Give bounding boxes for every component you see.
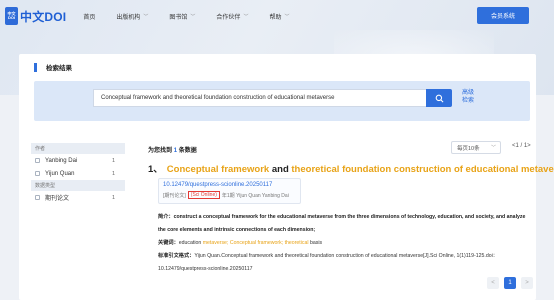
abstract-highlight: conceptual framework [202, 214, 259, 220]
nav-item-partners[interactable]: 合作伙伴 ﹀ [216, 12, 248, 21]
site-logo[interactable]: 中文 DOI 中文DOI [5, 7, 66, 25]
page-1-button[interactable]: 1 [504, 277, 516, 289]
per-page-value: 每页10条 [457, 145, 480, 152]
keywords-label: 关键词： [158, 240, 179, 246]
results-count-prefix: 为您找到 [148, 148, 173, 154]
logo-text: 中文DOI [20, 9, 67, 24]
results-count: 为您找到 1 条数据 [148, 145, 197, 154]
nav-label: 帮助 [269, 14, 282, 21]
section-accent-bar [34, 62, 37, 72]
nav-label: 合作伙伴 [216, 14, 241, 21]
per-page-select[interactable]: 每页10条 ﹀ [451, 141, 501, 154]
facet-count: 1 [111, 194, 115, 201]
chevron-down-icon: ﹀ [284, 13, 290, 20]
main-nav: 首页 出版机构 ﹀ 图书馆 ﹀ 合作伙伴 ﹀ 帮助 ﹀ [83, 12, 310, 21]
top-navigation: 中文 DOI 中文DOI 首页 出版机构 ﹀ 图书馆 ﹀ 合作伙伴 ﹀ 帮助 ﹀ 会员系… [0, 0, 554, 32]
doi-link[interactable]: 10.12479/questpress-scionline.20250117 [163, 182, 296, 188]
title-text: and [269, 164, 292, 175]
citation-label: 标准引文格式： [158, 253, 195, 259]
facet-checkbox[interactable] [35, 195, 40, 200]
logo-mark-bottom: DOI [7, 15, 16, 20]
section-title: 检索结果 [46, 65, 72, 72]
citation-text: Yijun Quan.Conceptual framework and theo… [158, 253, 498, 272]
nav-item-publishers[interactable]: 出版机构 ﹀ [116, 12, 148, 21]
results-count-suffix: 条数据 [178, 148, 197, 154]
journal-name[interactable]: (Sci Online) [187, 191, 220, 199]
advanced-search-label: 高级 检索 [462, 90, 475, 104]
logo-mark: 中文 DOI [5, 7, 18, 25]
results-count-number: 1 [173, 148, 178, 154]
abstract-label: 简介： [158, 214, 174, 220]
chevron-down-icon: ﹀ [190, 13, 196, 20]
member-system-button[interactable]: 会员系统 [477, 7, 529, 24]
result-index: 1、 [148, 164, 163, 175]
search-input[interactable]: Conceptual framework and theoretical fou… [93, 89, 426, 107]
title-highlight: theoretical foundation construction of e… [291, 164, 554, 175]
abstract-highlight: educational metaverse [277, 214, 334, 220]
facet-item-author[interactable]: Yijun Quan 1 [31, 167, 127, 180]
search-band: Conceptual framework and theoretical fou… [34, 81, 530, 121]
facet-label: 期刊论文 [45, 196, 70, 202]
prev-page-button[interactable]: < [487, 277, 499, 289]
keyword-highlight[interactable]: metaverse; Conceptual framework; theoret… [203, 240, 309, 246]
facet-label: Yanbing Dai [45, 157, 78, 164]
next-page-button[interactable]: > [521, 277, 533, 289]
pagination: < 1 > [482, 277, 533, 289]
search-icon [435, 94, 443, 102]
abstract-text: for the [258, 214, 278, 220]
result-details: 简介：construct a conceptual framework for … [158, 211, 534, 276]
facet-label: Yijun Quan [45, 170, 75, 177]
chevron-down-icon: ﹀ [143, 13, 149, 20]
facet-checkbox[interactable] [35, 171, 40, 176]
issue-authors: 年1期 Yijun Quan Yanbing Dai [221, 192, 289, 199]
nav-item-help[interactable]: 帮助 ﹀ [269, 12, 289, 21]
facet-item-author[interactable]: Yanbing Dai 1 [31, 154, 127, 167]
keyword-text: basis [308, 240, 323, 246]
nav-label: 首页 [83, 14, 96, 21]
keywords-line: 关键词：education metaverse; Conceptual fram… [158, 237, 534, 250]
filter-sidebar: 作者 Yanbing Dai 1 Yijun Quan 1 数据类型 期刊论文 … [31, 143, 127, 204]
chevron-down-icon: ﹀ [243, 13, 249, 20]
chevron-down-icon: ﹀ [490, 145, 496, 151]
result-title[interactable]: 1、 Conceptual framework and theoretical f… [148, 161, 554, 175]
publication-type: [期刊论文] [163, 192, 186, 199]
abstract-text: construct a [173, 214, 203, 220]
section-header: 检索结果 [34, 62, 72, 72]
advanced-search-link[interactable]: 高级 检索 [462, 89, 474, 105]
citation-line: 标准引文格式：Yijun Quan.Conceptual framework a… [158, 250, 534, 276]
facet-count: 1 [111, 170, 115, 177]
doi-box: 10.12479/questpress-scionline.20250117 [… [158, 178, 301, 204]
nav-item-library[interactable]: 图书馆 ﹀ [169, 12, 195, 21]
abstract-line: 简介：construct a conceptual framework for … [158, 211, 534, 237]
doi-meta: [期刊论文] (Sci Online) 年1期 Yijun Quan Yanbi… [163, 191, 296, 199]
facet-item-type[interactable]: 期刊论文 1 [31, 191, 127, 204]
title-highlight: Conceptual framework [166, 164, 270, 175]
facet-checkbox[interactable] [35, 158, 40, 163]
nav-item-home[interactable]: 首页 [83, 12, 95, 21]
search-button[interactable] [426, 89, 452, 107]
keyword-text: education [178, 240, 203, 246]
facet-header-type: 数据类型 [31, 180, 125, 191]
nav-label: 图书馆 [169, 14, 188, 21]
page-indicator[interactable]: <1 / 1> [512, 143, 531, 149]
nav-label: 出版机构 [116, 14, 141, 21]
facet-count: 1 [111, 157, 115, 164]
facet-header-author: 作者 [31, 143, 125, 154]
